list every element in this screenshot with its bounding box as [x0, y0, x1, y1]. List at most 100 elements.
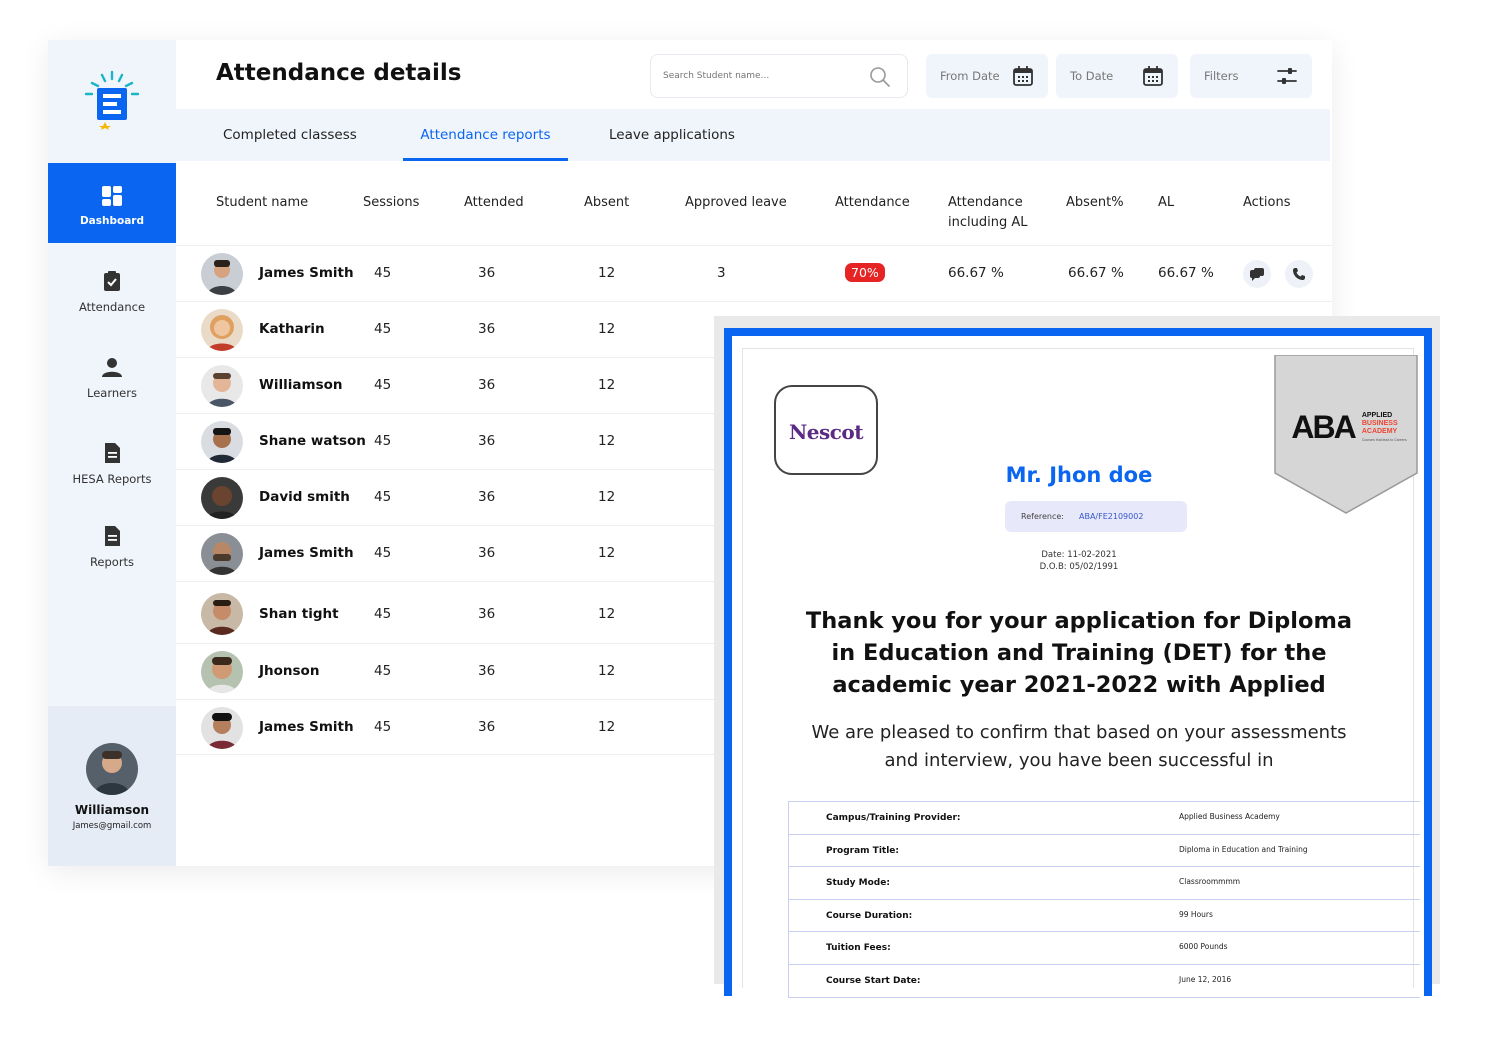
- from-date-button[interactable]: From Date: [926, 54, 1048, 98]
- detail-label: Course Duration:: [826, 910, 913, 921]
- student-name[interactable]: David smith: [259, 489, 350, 505]
- absent-percent-value: 66.67 %: [1068, 265, 1124, 281]
- profile-name: Williamson: [74, 803, 150, 817]
- sidebar: Dashboard Attendance Learners HESA Repor…: [48, 40, 176, 866]
- avatar: [201, 421, 243, 463]
- to-date-button[interactable]: To Date: [1056, 54, 1178, 98]
- filters-button[interactable]: Filters: [1190, 54, 1312, 98]
- student-name[interactable]: James Smith: [259, 545, 354, 561]
- attendance-badge: 70%: [845, 263, 885, 282]
- calendar-icon: [1013, 66, 1033, 86]
- detail-value: 6000 Pounds: [1179, 942, 1228, 952]
- sidebar-item-attendance[interactable]: Attendance: [48, 270, 176, 314]
- column-header: Student name: [216, 195, 309, 210]
- attended-value: 36: [478, 545, 496, 561]
- detail-row: Course Start Date: June 12, 2016: [789, 965, 1420, 998]
- reference-value: ABA/FE2109002: [1079, 512, 1144, 521]
- avatar: [201, 253, 243, 295]
- page-title: Attendance details: [216, 60, 462, 86]
- student-name[interactable]: Shan tight: [259, 606, 339, 622]
- sidebar-item-hesa-reports[interactable]: HESA Reports: [48, 442, 176, 486]
- search-box[interactable]: [650, 54, 908, 98]
- sessions-value: 45: [374, 489, 392, 505]
- attended-value: 36: [478, 719, 496, 735]
- sidebar-item-label: Reports: [89, 555, 135, 569]
- dashboard-icon: [102, 186, 122, 206]
- student-name[interactable]: Shane watson: [259, 433, 366, 449]
- sessions-value: 45: [374, 433, 392, 449]
- student-name[interactable]: Williamson: [259, 377, 343, 393]
- attended-value: 36: [478, 265, 496, 281]
- column-header: Absent%: [1066, 195, 1124, 210]
- detail-value: Classroommmm: [1179, 877, 1241, 887]
- column-header: Approved leave: [685, 195, 787, 210]
- offer-letter-preview: Nescot ABA APPLIED BUSINESS ACADEMY Cour…: [714, 316, 1440, 998]
- detail-label: Tuition Fees:: [826, 943, 891, 954]
- absent-value: 12: [598, 321, 616, 337]
- sessions-value: 45: [374, 321, 392, 337]
- app-logo-icon: [84, 70, 140, 130]
- absent-value: 12: [598, 433, 616, 449]
- absent-value: 12: [598, 489, 616, 505]
- sidebar-item-label: Learners: [87, 386, 137, 400]
- table-row[interactable]: James Smith 45 36 12 3 70% 66.67 % 66.67…: [176, 245, 1332, 301]
- sessions-value: 45: [374, 265, 392, 281]
- detail-row: Program Title: Diploma in Education and T…: [789, 835, 1420, 868]
- avatar: [86, 743, 138, 795]
- absent-value: 12: [598, 719, 616, 735]
- avatar: [201, 477, 243, 519]
- tab-attendance-reports[interactable]: Attendance reports: [403, 109, 568, 161]
- attendance-incl-al-value: 66.67 %: [948, 265, 1004, 281]
- call-button[interactable]: [1285, 260, 1313, 288]
- detail-value: 99 Hours: [1179, 909, 1213, 919]
- student-name[interactable]: Jhonson: [259, 663, 319, 679]
- to-date-label: To Date: [1070, 69, 1114, 83]
- aba-tagline: Courses that lead to Careers: [1361, 437, 1407, 442]
- letter-dob: D.O.B: 05/02/1991: [1039, 562, 1119, 572]
- sessions-value: 45: [374, 719, 392, 735]
- letter-meta: Date: 11-02-2021 D.O.B: 05/02/1991: [743, 549, 1415, 573]
- letter-paper: Nescot ABA APPLIED BUSINESS ACADEMY Cour…: [742, 348, 1420, 998]
- sessions-value: 45: [374, 377, 392, 393]
- approved-leave-value: 3: [717, 265, 726, 281]
- tab-leave-applications[interactable]: Leave applications: [609, 109, 735, 161]
- user-icon: [102, 358, 122, 377]
- column-header: Absent: [584, 195, 630, 210]
- aba-line3: ACADEMY: [1361, 427, 1398, 435]
- avatar: [201, 593, 243, 635]
- al-value: 66.67 %: [1158, 265, 1214, 281]
- sidebar-item-dashboard[interactable]: Dashboard: [48, 163, 176, 243]
- detail-label: Study Mode:: [826, 878, 890, 889]
- absent-value: 12: [598, 663, 616, 679]
- attended-value: 36: [478, 489, 496, 505]
- detail-value: June 12, 2016: [1179, 974, 1232, 984]
- search-input[interactable]: [663, 67, 863, 85]
- nescot-logo: Nescot: [774, 385, 878, 475]
- course-details-table: Campus/Training Provider: Applied Busines…: [788, 801, 1420, 998]
- search-icon[interactable]: [869, 66, 891, 88]
- sidebar-item-learners[interactable]: Learners: [48, 356, 176, 400]
- column-header: Actions: [1243, 195, 1291, 210]
- column-header: AL: [1158, 195, 1175, 210]
- letter-frame: Nescot ABA APPLIED BUSINESS ACADEMY Cour…: [724, 328, 1432, 998]
- sessions-value: 45: [374, 606, 392, 622]
- student-name[interactable]: Katharin: [259, 321, 325, 337]
- sliders-icon: [1277, 68, 1297, 84]
- user-profile[interactable]: Williamson James@gmail.com: [48, 706, 176, 866]
- message-button[interactable]: [1243, 260, 1271, 288]
- absent-value: 12: [598, 265, 616, 281]
- attended-value: 36: [478, 663, 496, 679]
- letter-body: We are pleased to confirm that based on …: [811, 722, 1347, 771]
- detail-row: Study Mode: Classroommmm: [789, 867, 1420, 900]
- attended-value: 36: [478, 321, 496, 337]
- student-name[interactable]: James Smith: [259, 719, 354, 735]
- tab-completed-classes[interactable]: Completed classess: [223, 109, 357, 161]
- sidebar-item-label: Attendance: [78, 300, 146, 314]
- recipient-name: Mr. Jhon doe: [1005, 463, 1153, 487]
- aba-mark: ABA: [1291, 409, 1356, 445]
- sidebar-item-reports[interactable]: Reports: [48, 525, 176, 569]
- student-name[interactable]: James Smith: [259, 265, 354, 281]
- sidebar-item-label: HESA Reports: [72, 472, 152, 486]
- column-header: Attendance: [835, 195, 910, 210]
- avatar: [201, 365, 243, 407]
